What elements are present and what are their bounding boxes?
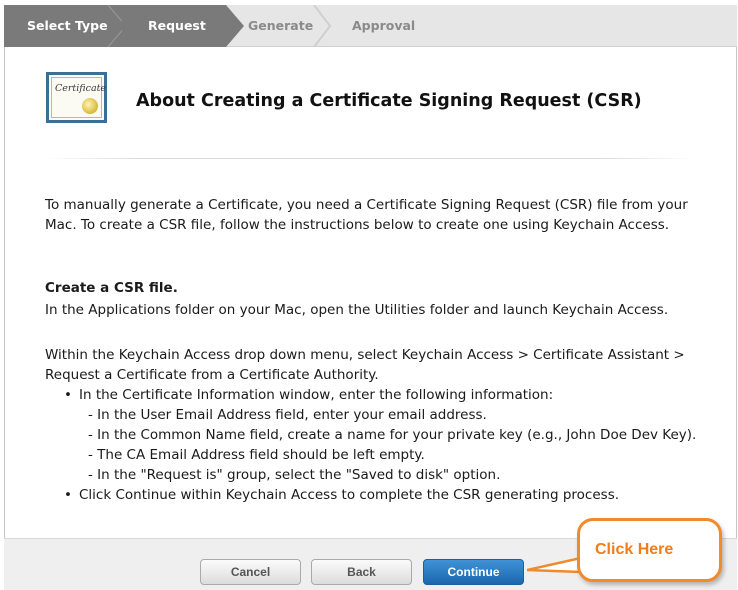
step-separator-icon — [226, 5, 244, 47]
step-label: Approval — [352, 18, 416, 33]
instructions-line-2: Request a Certificate from a Certificate… — [45, 367, 379, 383]
bullet-icon: • — [64, 487, 72, 503]
step-progress-bar: Select Type Request Generate Approval — [4, 5, 737, 47]
continue-button[interactable]: Continue — [423, 559, 524, 585]
step-label: Generate — [248, 18, 314, 33]
sub-item: - In the Common Name field, create a nam… — [88, 427, 697, 443]
step-separator-icon — [313, 5, 332, 47]
page-title: About Creating a Certificate Signing Req… — [136, 91, 642, 111]
sub-item: - In the "Request is" group, select the … — [88, 467, 501, 483]
back-button[interactable]: Back — [311, 559, 412, 585]
callout-pointer-icon — [527, 556, 581, 574]
step-label: Select Type — [27, 18, 108, 33]
instructions-line-1: Within the Keychain Access drop down men… — [45, 347, 685, 363]
step-label: Request — [148, 18, 206, 33]
cancel-button[interactable]: Cancel — [200, 559, 301, 585]
intro-line-2: Mac. To create a CSR file, follow the in… — [45, 217, 670, 233]
section-heading: Create a CSR file. — [45, 280, 178, 296]
section-text: In the Applications folder on your Mac, … — [45, 302, 669, 318]
certificate-icon-text: Certificate — [55, 83, 107, 94]
bullet-item: In the Certificate Information window, e… — [79, 387, 554, 403]
sub-item: - In the User Email Address field, enter… — [88, 407, 487, 423]
certificate-icon: Certificate — [46, 72, 107, 123]
bullet-icon: • — [64, 387, 72, 403]
bullet-item: Click Continue within Keychain Access to… — [79, 487, 620, 503]
divider — [44, 158, 696, 159]
sub-item: - The CA Email Address field should be l… — [88, 447, 425, 463]
step-request: Request — [122, 5, 226, 47]
step-generate: Generate — [246, 5, 316, 47]
intro-line-1: To manually generate a Certificate, you … — [45, 197, 688, 213]
step-approval: Approval — [348, 5, 438, 47]
callout-text: Click Here — [595, 541, 674, 558]
